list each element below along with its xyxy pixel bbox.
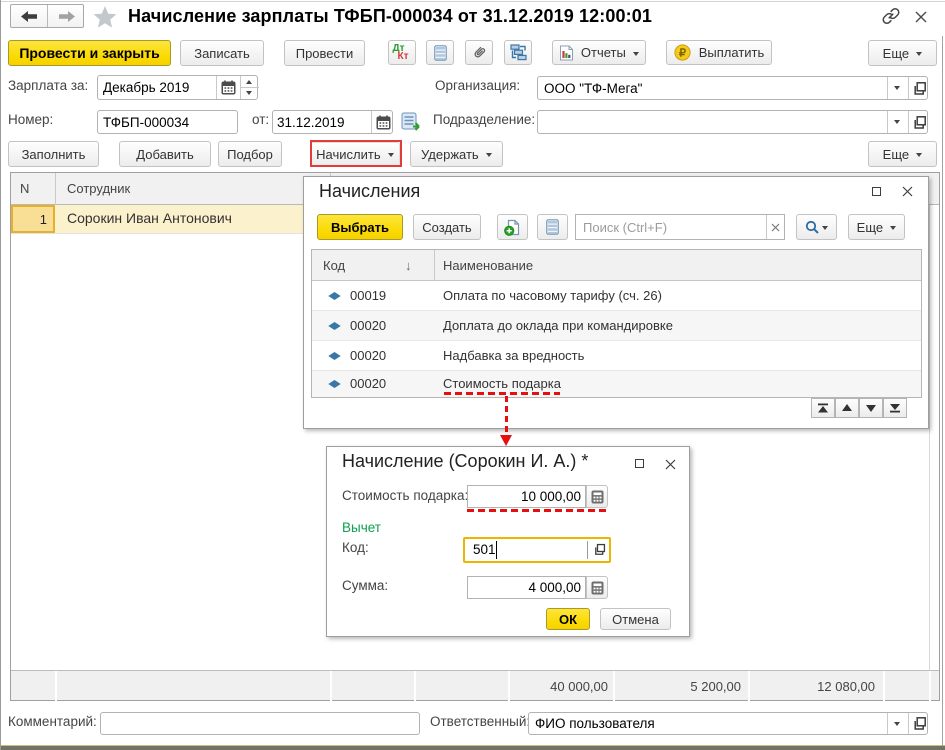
svg-text:₽: ₽ — [679, 47, 686, 59]
